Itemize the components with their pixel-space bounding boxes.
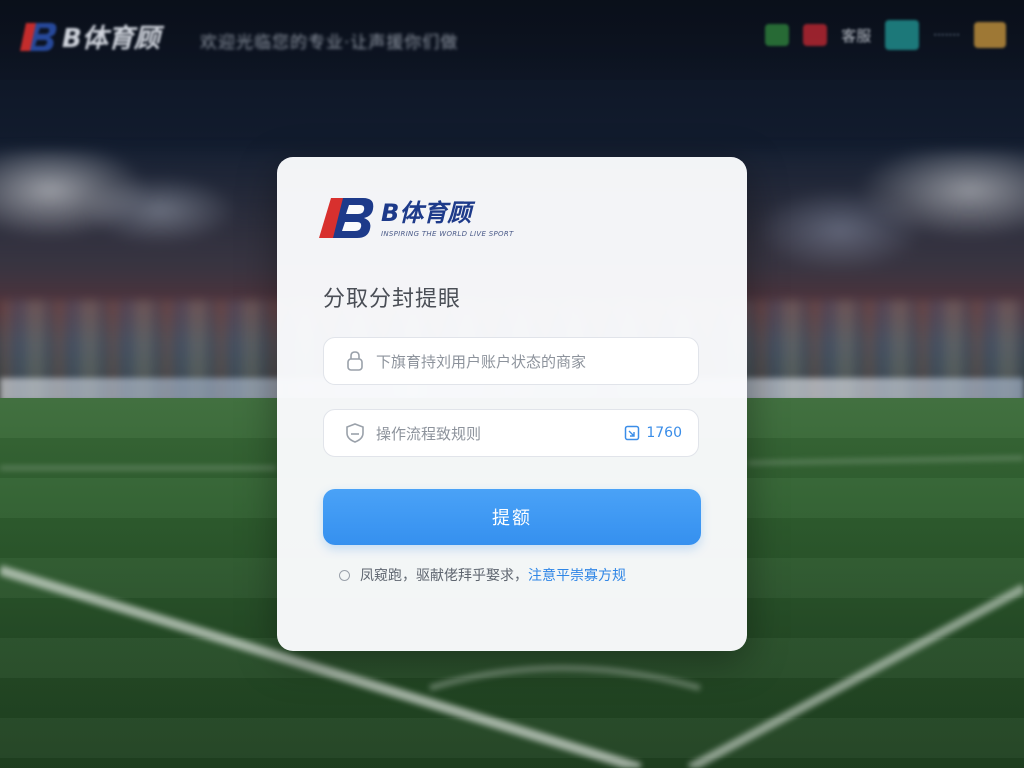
refresh-code-icon (625, 425, 640, 441)
top-navigation-bar: B体育顾 欢迎光临您的专业·让声援你们做 客服 ······· (0, 0, 1024, 80)
verification-code-input[interactable]: 操作流程致规则 1760 (323, 409, 699, 457)
top-brand-logo[interactable]: B体育顾 (20, 18, 160, 55)
top-brand-name: B体育顾 (62, 24, 160, 54)
login-screen: B体育顾 欢迎光临您的专业·让声援你们做 客服 ······· B体育顾 INS… (0, 0, 1024, 768)
app-download-icon[interactable] (885, 20, 920, 50)
brand-b-logo-icon (319, 194, 377, 242)
get-code-button[interactable]: 1760 (624, 425, 682, 441)
shield-icon (344, 422, 366, 444)
logo-name: B体育顾 (381, 199, 472, 227)
notice-text: 凤窥跑，驱献佬拜乎娶求， (360, 568, 528, 584)
agreement-notice: 凤窥跑，驱献佬拜乎娶求， 注意平崇寡方规 (339, 565, 626, 585)
brand-mark-icon (20, 19, 58, 55)
service-link[interactable]: 客服 (841, 25, 871, 46)
rules-link[interactable]: 注意平崇寡方规 (528, 565, 626, 585)
code-placeholder: 操作流程致规则 (376, 424, 482, 443)
top-slogan: 欢迎光临您的专业·让声援你们做 (200, 33, 459, 53)
logo-subtitle: INSPIRING THE WORLD LIVE SPORT (381, 230, 514, 238)
flag-icon[interactable] (803, 24, 828, 46)
top-right-text: ······· (933, 28, 960, 42)
page-title: 分取分封提眼 (323, 287, 462, 312)
card-logo: B体育顾 INSPIRING THE WORLD LIVE SPORT (319, 194, 514, 242)
top-right-actions: 客服 ······· (765, 20, 1006, 50)
trophy-icon[interactable] (974, 22, 1006, 48)
sport-icon[interactable] (765, 24, 790, 46)
account-placeholder: 下旗育持刘用户账户状态的商家 (376, 352, 587, 371)
account-input[interactable]: 下旗育持刘用户账户状态的商家 (323, 337, 699, 385)
withdraw-submit-button[interactable]: 提额 (323, 489, 701, 545)
withdraw-card: B体育顾 INSPIRING THE WORLD LIVE SPORT 分取分封… (277, 157, 747, 651)
code-countdown: 1760 (646, 425, 682, 441)
user-lock-icon (344, 350, 366, 372)
agreement-radio[interactable] (339, 569, 350, 581)
